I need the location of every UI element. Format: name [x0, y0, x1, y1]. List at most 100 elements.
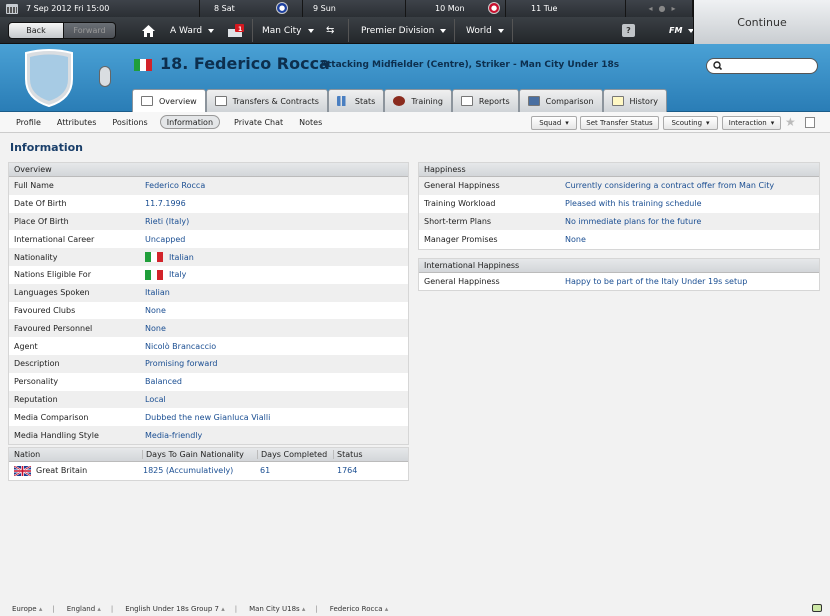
- divider: [512, 19, 513, 42]
- training-icon: [393, 96, 406, 106]
- calendar-day-tue[interactable]: 11 Tue: [506, 0, 626, 17]
- subnav-information[interactable]: Information: [159, 115, 221, 129]
- club-name: Man City: [262, 25, 302, 36]
- star-icon[interactable]: ★: [785, 115, 796, 129]
- reports-icon: [460, 96, 473, 106]
- world-menu[interactable]: World: [466, 21, 504, 40]
- home-icon[interactable]: [142, 21, 155, 40]
- subnav-attributes[interactable]: Attributes: [57, 115, 97, 129]
- row-value[interactable]: Pleased with his training schedule: [565, 199, 702, 208]
- row-label: Full Name: [14, 181, 54, 191]
- scouting-button[interactable]: Scouting ▾: [663, 116, 718, 130]
- row-value[interactable]: No immediate plans for the future: [565, 217, 701, 226]
- row-value: Local: [145, 394, 166, 404]
- breadcrumb-item[interactable]: Man City U18s ▴: [249, 605, 305, 613]
- row-value: Promising forward: [145, 359, 218, 369]
- breadcrumb-item[interactable]: Federico Rocca ▴: [330, 605, 388, 613]
- row-value: None: [145, 305, 166, 315]
- tab-overview[interactable]: Overview: [132, 89, 206, 112]
- row-value[interactable]: Italian: [145, 252, 194, 263]
- table-row: Date Of Birth 11.7.1996: [9, 195, 408, 213]
- chevron-down-icon: ▾: [565, 119, 569, 127]
- row-label: Reputation: [14, 394, 58, 404]
- breadcrumb-separator: |: [110, 604, 114, 613]
- squad-button[interactable]: Squad ▾: [531, 116, 577, 130]
- calendar-scroll[interactable]: ◂ ● ▸: [626, 0, 693, 17]
- fm-menu[interactable]: FM: [669, 21, 695, 40]
- calendar-next-icon[interactable]: ▸: [671, 4, 675, 13]
- row-value[interactable]: Happy to be part of the Italy Under 19s …: [565, 277, 747, 286]
- table-row: Short-term Plans No immediate plans for t…: [419, 212, 819, 231]
- tab-history[interactable]: History: [602, 89, 667, 112]
- row-value[interactable]: Rieti (Italy): [145, 217, 189, 226]
- calendar-day-label: 11 Tue: [531, 4, 558, 13]
- row-value[interactable]: Nicolò Brancaccio: [145, 342, 216, 351]
- calendar-day-sat[interactable]: 8 Sat ●: [200, 0, 303, 17]
- club-menu[interactable]: Man City: [262, 21, 314, 40]
- calendar-today-icon[interactable]: ●: [659, 4, 666, 13]
- column-header-status[interactable]: Status: [333, 450, 363, 459]
- row-value[interactable]: Currently considering a contract offer f…: [565, 181, 774, 190]
- subnav-private-chat[interactable]: Private Chat: [234, 115, 283, 129]
- breadcrumb-item[interactable]: England ▴: [67, 605, 101, 613]
- tab-stats[interactable]: Stats: [327, 89, 385, 112]
- calendar-icon: [6, 3, 18, 14]
- scouting-label: Scouting: [671, 119, 703, 127]
- manager-menu[interactable]: A Ward: [170, 21, 215, 40]
- chevron-up-icon: ▴: [221, 604, 225, 613]
- set-transfer-status-button[interactable]: Set Transfer Status: [580, 116, 659, 130]
- row-value[interactable]: None: [565, 235, 586, 244]
- chevron-up-icon: ▴: [38, 604, 43, 613]
- search-input[interactable]: [706, 58, 818, 74]
- stats-icon: [336, 96, 349, 106]
- calendar-day-sun[interactable]: 9 Sun: [303, 0, 406, 17]
- competition-name: Premier Division: [361, 25, 435, 36]
- back-button[interactable]: Back: [8, 22, 64, 39]
- tab-comparison[interactable]: Comparison: [518, 89, 603, 112]
- row-label: Personality: [14, 377, 59, 387]
- crest-toggle-button[interactable]: [99, 66, 111, 87]
- sheffield-badge-icon: ●: [488, 2, 500, 14]
- tab-label: Overview: [159, 96, 197, 106]
- row-label: Favoured Clubs: [14, 305, 76, 315]
- tab-training[interactable]: Training: [384, 89, 452, 112]
- nation-name: Great Britain: [36, 466, 88, 476]
- status-indicator-icon[interactable]: [812, 604, 822, 612]
- transfer-arrows-icon[interactable]: ⇆: [326, 21, 334, 40]
- tab-reports[interactable]: Reports: [451, 89, 519, 112]
- subnav-positions[interactable]: Positions: [112, 115, 147, 129]
- calendar-day-mon[interactable]: 10 Mon ●: [406, 0, 506, 17]
- calendar-prev-icon[interactable]: ◂: [648, 4, 652, 13]
- nation-cell[interactable]: Great Britain: [14, 465, 88, 476]
- interaction-button[interactable]: Interaction ▾: [722, 116, 781, 130]
- column-header-days-to-gain[interactable]: Days To Gain Nationality: [142, 450, 244, 459]
- add-note-icon[interactable]: [805, 117, 815, 128]
- continue-button[interactable]: Continue: [693, 0, 830, 44]
- forward-button[interactable]: Forward: [64, 22, 116, 39]
- tab-transfers-contracts[interactable]: Transfers & Contracts: [205, 89, 328, 112]
- column-header-days-completed[interactable]: Days Completed: [257, 450, 327, 459]
- tab-label: Comparison: [545, 96, 594, 106]
- competition-menu[interactable]: Premier Division: [361, 21, 447, 40]
- subnav-notes[interactable]: Notes: [299, 115, 322, 129]
- table-row: Great Britain 1825 (Accumulatively) 61 1…: [9, 462, 408, 480]
- divider: [252, 19, 253, 42]
- happiness-rows: General Happiness Currently considering a…: [419, 177, 819, 248]
- search-icon: [713, 61, 722, 70]
- breadcrumb-item[interactable]: English Under 18s Group 7 ▴: [125, 605, 224, 613]
- table-row: Personality Balanced: [9, 373, 408, 391]
- breadcrumb-separator: |: [315, 604, 318, 613]
- column-header-nation[interactable]: Nation: [14, 450, 40, 459]
- chevron-down-icon: [208, 28, 215, 33]
- row-value[interactable]: Italy: [145, 269, 186, 280]
- row-label: Nationality: [14, 252, 58, 262]
- help-button[interactable]: ?: [622, 24, 635, 37]
- table-row: Manager Promises None: [419, 230, 819, 248]
- subnav-profile[interactable]: Profile: [16, 115, 41, 129]
- row-value: None: [145, 323, 166, 333]
- chevron-up-icon: ▴: [97, 604, 101, 613]
- squad-label: Squad: [539, 119, 562, 127]
- breadcrumb-item[interactable]: Europe ▴: [12, 605, 42, 613]
- comparison-icon: [527, 96, 540, 106]
- calendar-current-date[interactable]: 7 Sep 2012 Fri 15:00: [0, 0, 200, 17]
